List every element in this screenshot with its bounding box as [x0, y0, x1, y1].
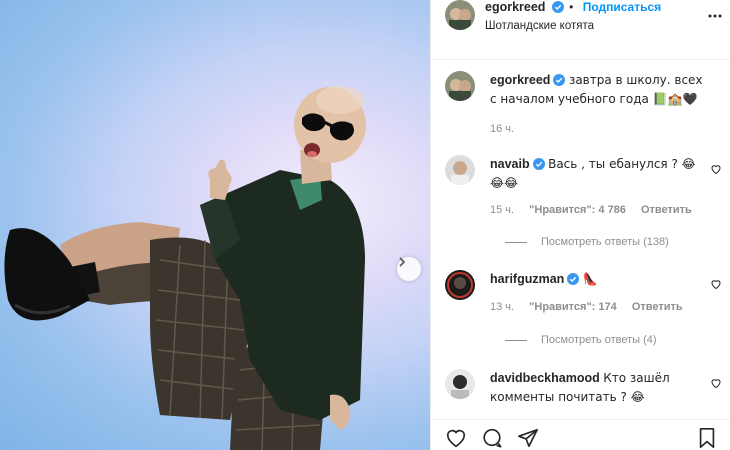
verified-badge-icon	[532, 158, 545, 170]
caption-time[interactable]: 16 ч.	[490, 123, 514, 135]
post-header: egorkreed • Подписаться Шотландские котя…	[431, 0, 730, 60]
comment-meta: 15 ч. "Нравится": 4 786 Ответить	[490, 204, 704, 216]
post-photo[interactable]	[0, 0, 430, 450]
follow-button[interactable]: Подписаться	[583, 0, 661, 14]
comment-time[interactable]: 13 ч.	[490, 301, 514, 313]
commenter-avatar[interactable]	[445, 270, 475, 300]
commenter-username[interactable]: navaib	[490, 157, 530, 171]
caption-text: egorkreed завтра в школу. всех с началом…	[490, 71, 705, 109]
heart-icon[interactable]	[445, 427, 467, 449]
author-avatar[interactable]	[445, 71, 475, 101]
comment-like-icon[interactable]	[710, 278, 722, 290]
author-avatar[interactable]	[445, 0, 475, 30]
comment-likes[interactable]: "Нравится": 174	[529, 301, 617, 313]
comment-body: 👠	[582, 272, 598, 286]
more-options-icon	[708, 14, 722, 18]
separator-dot: •	[569, 0, 574, 14]
replies-divider	[505, 241, 527, 243]
share-icon[interactable]	[517, 427, 539, 449]
post-details-panel: egorkreed • Подписаться Шотландские котя…	[430, 0, 730, 450]
comment-likes[interactable]: "Нравится": 4 786	[529, 204, 626, 216]
comment-meta: 13 ч. "Нравится": 174 Ответить	[490, 301, 695, 313]
chevron-right-icon	[399, 257, 406, 267]
caption-username[interactable]: egorkreed	[490, 73, 550, 87]
view-replies-button[interactable]: Посмотреть ответы (138)	[505, 236, 669, 248]
post-actions-bar	[431, 419, 730, 450]
verified-badge-icon	[551, 1, 564, 13]
comment-text: harifguzman 👠	[490, 270, 705, 289]
replies-divider	[505, 339, 527, 341]
comment-text: navaib Вась , ты ебанулся ? 😂😂😂	[490, 155, 705, 193]
comment-text: davidbeckhamood Кто зашёл комменты почит…	[490, 369, 705, 407]
view-replies-button[interactable]: Посмотреть ответы (4)	[505, 334, 657, 346]
comments-list[interactable]: egorkreed завтра в школу. всех с началом…	[431, 61, 730, 419]
view-replies-label: Посмотреть ответы (138)	[541, 236, 669, 248]
comment-like-icon[interactable]	[710, 377, 722, 389]
comment-icon[interactable]	[481, 427, 503, 449]
verified-badge-icon	[553, 74, 566, 86]
header-line: egorkreed • Подписаться	[485, 0, 661, 14]
next-photo-button[interactable]	[397, 257, 421, 281]
post-photo-illustration	[4, 86, 366, 450]
more-options-button[interactable]	[707, 8, 723, 27]
bookmark-icon[interactable]	[697, 427, 717, 449]
commenter-avatar[interactable]	[445, 369, 475, 399]
reply-button[interactable]: Ответить	[632, 301, 683, 313]
commenter-username[interactable]: davidbeckhamood	[490, 371, 600, 385]
author-username[interactable]: egorkreed	[485, 0, 545, 14]
post-location[interactable]: Шотландские котята	[485, 20, 594, 32]
caption-meta: 16 ч.	[490, 123, 526, 135]
reply-button[interactable]: Ответить	[641, 204, 692, 216]
view-replies-label: Посмотреть ответы (4)	[541, 334, 657, 346]
commenter-username[interactable]: harifguzman	[490, 272, 564, 286]
commenter-avatar[interactable]	[445, 155, 475, 185]
comment-like-icon[interactable]	[710, 163, 722, 175]
comment-time[interactable]: 15 ч.	[490, 204, 514, 216]
verified-badge-icon	[567, 273, 580, 285]
